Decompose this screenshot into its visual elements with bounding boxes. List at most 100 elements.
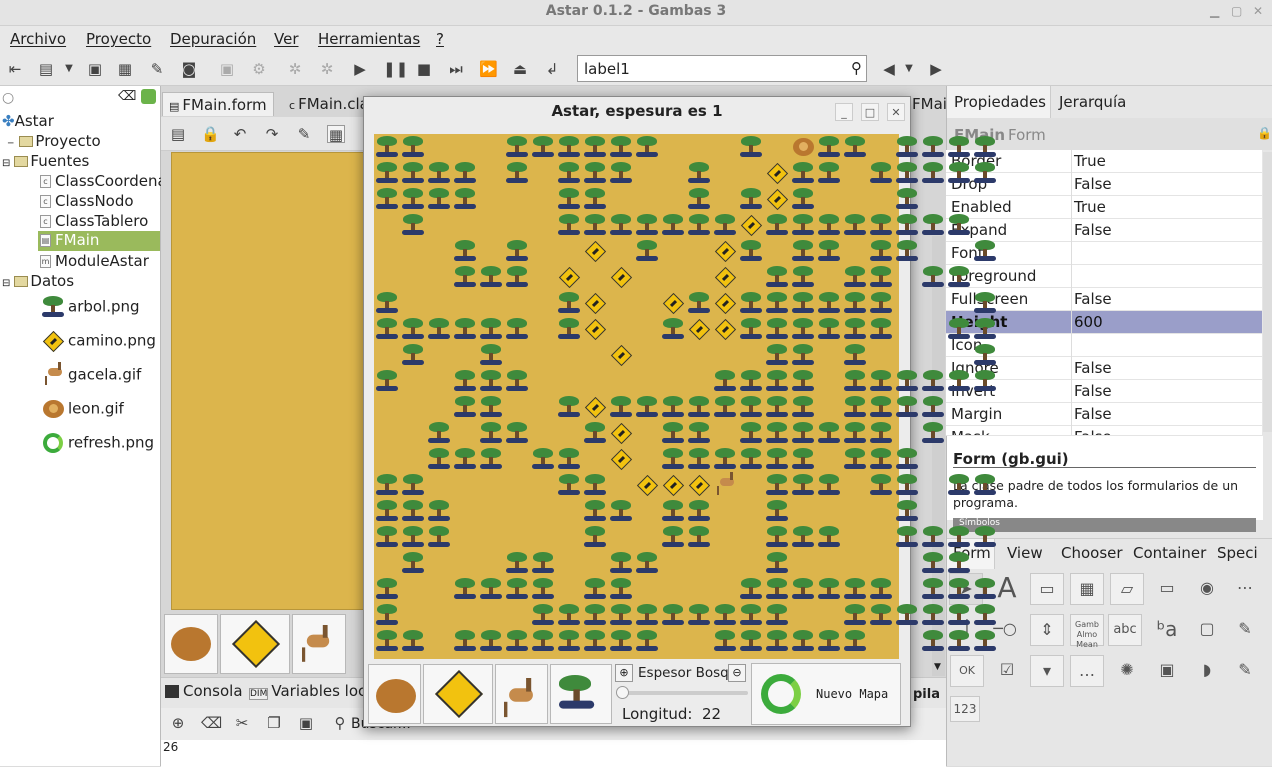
tree-cell-icon[interactable] [868, 602, 894, 628]
menu-herramientas[interactable]: Herramientas [318, 30, 420, 48]
tree-cell-icon[interactable] [712, 602, 738, 628]
path-sign-icon[interactable] [764, 186, 790, 212]
tree-cell-icon[interactable] [608, 498, 634, 524]
tree-cell-icon[interactable] [452, 368, 478, 394]
path-sign-icon[interactable] [712, 238, 738, 264]
eject-icon[interactable]: ⏏ [511, 60, 529, 78]
tree-cell-icon[interactable] [634, 134, 660, 160]
path-sign-icon[interactable] [608, 420, 634, 446]
tab-toolbox-view[interactable]: View [1007, 544, 1043, 562]
new-file-icon[interactable]: ▤ [37, 60, 55, 78]
tree-cell-icon[interactable] [972, 238, 998, 264]
path-sign-icon[interactable] [660, 290, 686, 316]
tree-cell-icon[interactable] [712, 212, 738, 238]
tree-cell-icon[interactable] [816, 420, 842, 446]
tree-cell-icon[interactable] [894, 498, 920, 524]
close-icon[interactable]: ✕ [1253, 4, 1263, 18]
tree-cell-icon[interactable] [400, 134, 426, 160]
tree-cell-icon[interactable] [790, 238, 816, 264]
tree-cell-icon[interactable] [686, 524, 712, 550]
textlabel-tool-icon[interactable]: ᵇa [1150, 614, 1184, 646]
tree-cell-icon[interactable] [478, 420, 504, 446]
tree-cell-icon[interactable] [790, 264, 816, 290]
tree-cell-icon[interactable] [920, 524, 946, 550]
tree-cell-icon[interactable] [972, 160, 998, 186]
tree-cell-icon[interactable] [764, 576, 790, 602]
tree-cell-icon[interactable] [582, 472, 608, 498]
tree-cell-icon[interactable] [816, 238, 842, 264]
tree-cell-icon[interactable] [556, 160, 582, 186]
nuevo-mapa-button[interactable]: Nuevo Mapa [751, 663, 901, 725]
tree-cell-icon[interactable] [530, 550, 556, 576]
tree-cell-icon[interactable] [842, 446, 868, 472]
menu-depuracion[interactable]: Depuración [170, 30, 256, 48]
tree-cell-icon[interactable] [920, 628, 946, 654]
tree-cell-icon[interactable] [504, 134, 530, 160]
tree-cell-icon[interactable] [478, 628, 504, 654]
tree-cell-icon[interactable] [582, 628, 608, 654]
tree-cell-icon[interactable] [556, 212, 582, 238]
property-value[interactable]: False [1074, 290, 1112, 308]
tree-cell-icon[interactable] [764, 628, 790, 654]
tree-cell-icon[interactable] [556, 186, 582, 212]
tree-cell-icon[interactable] [374, 628, 400, 654]
tree-cell-icon[interactable] [478, 316, 504, 342]
tree-cell-icon[interactable] [842, 420, 868, 446]
property-value[interactable]: 600 [1074, 313, 1103, 331]
path-sign-icon[interactable] [582, 238, 608, 264]
tab-fmain-class[interactable]: c FMain.cla [283, 92, 375, 116]
tree-cell-icon[interactable] [426, 446, 452, 472]
tree-cell-icon[interactable] [738, 134, 764, 160]
tree-cell-icon[interactable] [842, 264, 868, 290]
tree-cell-icon[interactable] [712, 628, 738, 654]
tree-cell-icon[interactable] [764, 342, 790, 368]
tree-cell-icon[interactable] [556, 446, 582, 472]
tree-cell-icon[interactable] [374, 290, 400, 316]
path-sign-icon[interactable] [712, 264, 738, 290]
designer-road-button[interactable] [220, 614, 290, 674]
road-button[interactable] [423, 664, 493, 724]
property-row[interactable]: Mask False [946, 426, 1262, 436]
menu-editor-icon[interactable]: ▤ [169, 125, 187, 143]
tree-cell-icon[interactable] [946, 212, 972, 238]
tree-cell-icon[interactable] [946, 524, 972, 550]
tree-cell-icon[interactable] [530, 576, 556, 602]
tree-cell-icon[interactable] [582, 186, 608, 212]
tree-cell-icon[interactable] [816, 134, 842, 160]
tree-cell-icon[interactable] [920, 212, 946, 238]
tree-cell-icon[interactable] [894, 524, 920, 550]
tree-cell-icon[interactable] [738, 446, 764, 472]
tree-cell-icon[interactable] [764, 472, 790, 498]
menu-archivo[interactable]: Archivo [10, 30, 66, 48]
tree-cell-icon[interactable] [946, 160, 972, 186]
tree-cell-icon[interactable] [712, 394, 738, 420]
tree-cell-icon[interactable] [400, 186, 426, 212]
tree-cell-icon[interactable] [920, 602, 946, 628]
tree-cell-icon[interactable] [920, 368, 946, 394]
property-value[interactable]: False [1074, 405, 1112, 423]
tree-cell-icon[interactable] [374, 498, 400, 524]
tree-cell-icon[interactable] [504, 550, 530, 576]
tree-cell-icon[interactable] [374, 602, 400, 628]
tree-cell-icon[interactable] [842, 342, 868, 368]
lion-cell-icon[interactable] [790, 134, 816, 160]
tree-cell-icon[interactable] [686, 602, 712, 628]
tree-cell-icon[interactable] [972, 576, 998, 602]
tree-cell-icon[interactable] [946, 628, 972, 654]
tree-cell-icon[interactable] [972, 602, 998, 628]
tree-cell-icon[interactable] [452, 446, 478, 472]
dialog-maximize-icon[interactable]: □ [861, 103, 879, 121]
tree-cell-icon[interactable] [608, 602, 634, 628]
frame-tool-icon[interactable]: ▢ [1190, 614, 1224, 646]
filter-search-icon[interactable]: ○ [2, 90, 14, 106]
tree-cell-icon[interactable] [504, 576, 530, 602]
tree-cell-icon[interactable] [764, 264, 790, 290]
tree-data-file[interactable]: gacela.gif [40, 362, 141, 388]
property-value[interactable]: False [1074, 359, 1112, 377]
tree-cell-icon[interactable] [790, 212, 816, 238]
tree-cell-icon[interactable] [374, 316, 400, 342]
tree-cell-icon[interactable] [790, 342, 816, 368]
tree-cell-icon[interactable] [894, 186, 920, 212]
tree-cell-icon[interactable] [686, 394, 712, 420]
tree-cell-icon[interactable] [582, 576, 608, 602]
